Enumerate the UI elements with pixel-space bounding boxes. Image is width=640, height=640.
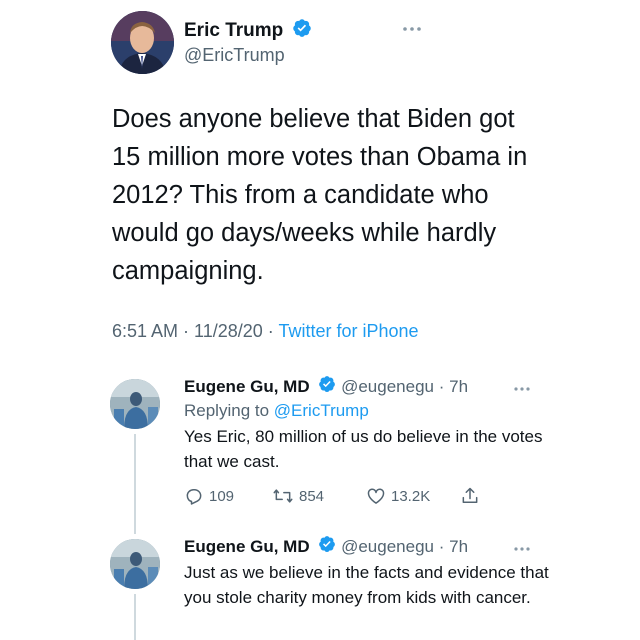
more-options-icon[interactable] bbox=[512, 540, 532, 558]
reply-author-handle[interactable]: @eugenegu bbox=[341, 377, 434, 396]
avatar-photo bbox=[110, 379, 160, 429]
meta-separator: · bbox=[178, 321, 195, 341]
reply-icon bbox=[186, 489, 202, 505]
verified-badge-icon bbox=[292, 18, 312, 43]
retweet-button[interactable]: 854 bbox=[272, 486, 324, 506]
share-icon bbox=[462, 487, 478, 503]
reply-count: 109 bbox=[209, 487, 235, 505]
retweet-count: 854 bbox=[299, 487, 325, 505]
reply-avatar[interactable] bbox=[110, 379, 160, 429]
tweet-header: Eric Trump @EricTrump bbox=[112, 11, 542, 77]
reply-actions: 109 854 13.2K bbox=[184, 486, 504, 512]
reply-button[interactable]: 109 bbox=[184, 486, 234, 506]
reply-author-name[interactable]: Eugene Gu, MD bbox=[184, 377, 310, 396]
tweet-source[interactable]: Twitter for iPhone bbox=[278, 321, 418, 341]
meta-separator: · bbox=[262, 321, 279, 341]
reply-author-handle[interactable]: @eugenegu bbox=[341, 537, 434, 556]
share-button[interactable] bbox=[460, 486, 485, 506]
reply-separator: · bbox=[434, 537, 450, 556]
reply-text: Just as we believe in the facts and evid… bbox=[184, 563, 549, 608]
tweet-date[interactable]: 11/28/20 bbox=[194, 321, 263, 341]
author-name[interactable]: Eric Trump bbox=[184, 20, 283, 42]
reply-header: Eugene Gu, MD @eugenegu · 7h bbox=[184, 375, 564, 400]
reply-text: Yes Eric, 80 million of us do believe in… bbox=[184, 427, 543, 472]
verified-badge-icon bbox=[318, 535, 336, 560]
retweet-icon bbox=[273, 489, 293, 503]
more-options-icon[interactable] bbox=[401, 20, 423, 38]
heart-icon bbox=[367, 488, 385, 504]
reply-tweet[interactable]: Eugene Gu, MD @eugenegu · 7h Just as we … bbox=[184, 535, 564, 610]
reply-author-name[interactable]: Eugene Gu, MD bbox=[184, 537, 310, 556]
tweet-metadata: 6:51 AM · 11/28/20 · Twitter for iPhone bbox=[112, 320, 419, 342]
tweet-text: Does anyone believe that Biden got 15 mi… bbox=[112, 105, 528, 285]
reply-header: Eugene Gu, MD @eugenegu · 7h bbox=[184, 535, 564, 560]
like-button[interactable]: 13.2K bbox=[366, 486, 430, 506]
replying-to-mention[interactable]: @EricTrump bbox=[274, 401, 369, 420]
verified-badge-icon bbox=[318, 375, 336, 400]
tweet-thread: Eric Trump @EricTrump Does anyone believ… bbox=[0, 0, 640, 640]
like-count: 13.2K bbox=[391, 487, 431, 505]
avatar-photo bbox=[110, 539, 160, 589]
reply-age[interactable]: 7h bbox=[449, 537, 468, 556]
replying-to: Replying to @EricTrump bbox=[184, 400, 564, 422]
reply-avatar[interactable] bbox=[110, 539, 160, 589]
reply-tweet[interactable]: Eugene Gu, MD @eugenegu · 7h Replying to… bbox=[184, 375, 564, 474]
author-handle[interactable]: @EricTrump bbox=[184, 43, 312, 67]
thread-line bbox=[134, 434, 136, 534]
reply-age[interactable]: 7h bbox=[449, 377, 468, 396]
replying-to-label: Replying to bbox=[184, 401, 274, 421]
tweet-time[interactable]: 6:51 AM bbox=[112, 321, 178, 341]
thread-line bbox=[134, 594, 136, 640]
more-options-icon[interactable] bbox=[512, 380, 532, 398]
reply-separator: · bbox=[434, 377, 450, 396]
author-info: Eric Trump @EricTrump bbox=[184, 18, 312, 67]
